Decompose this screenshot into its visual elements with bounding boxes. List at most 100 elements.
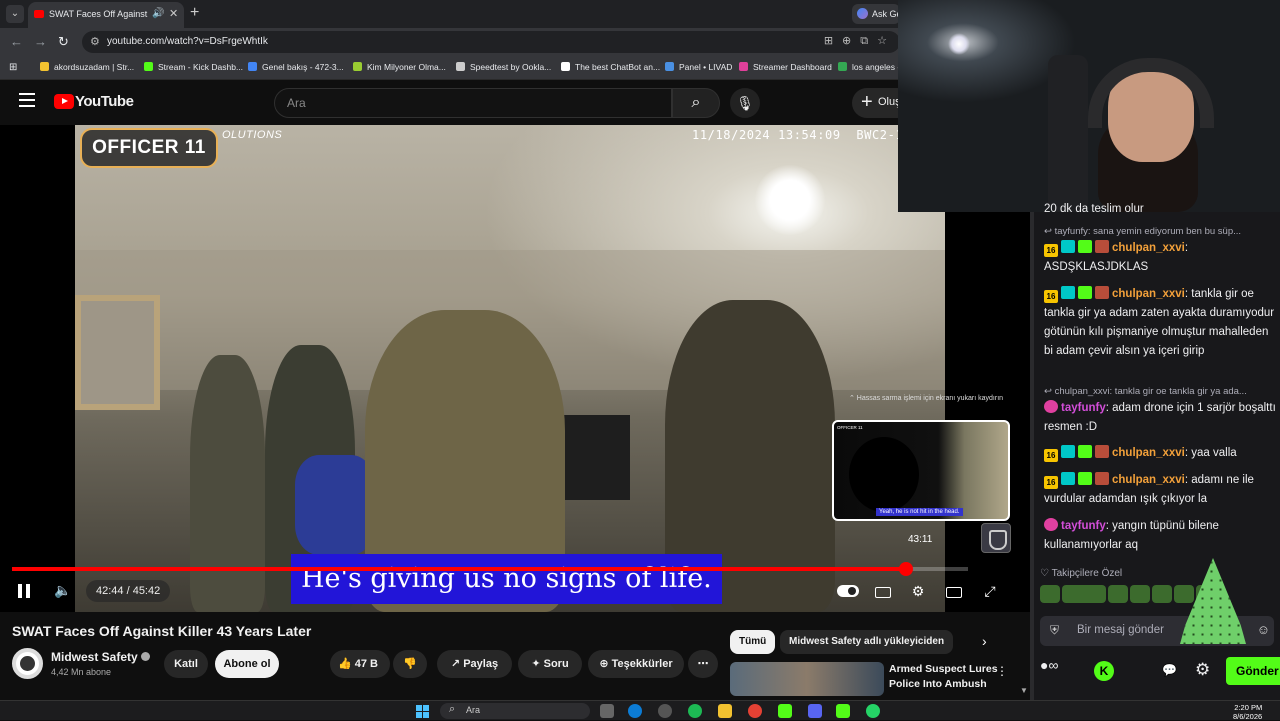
subscribe-button[interactable]: Abone ol: [215, 650, 279, 678]
kick-app-icon[interactable]: [778, 704, 792, 718]
taskbar-clock[interactable]: 2:20 PM 8/6/2026: [1233, 703, 1262, 721]
task-view-icon[interactable]: [600, 704, 614, 718]
whatsapp-icon[interactable]: [866, 704, 880, 718]
more-actions-icon[interactable]: ⋯: [688, 650, 718, 678]
edge-icon[interactable]: [628, 704, 642, 718]
chat-username[interactable]: tayfunfy: [1061, 402, 1106, 414]
chip-from-uploader[interactable]: Midwest Safety adlı yükleyiciden: [780, 630, 954, 654]
gift-badge-icon: [1078, 472, 1092, 485]
bookmark-icon: [561, 62, 570, 71]
address-bar-actions[interactable]: ⊞⊕⧉☆: [824, 34, 896, 48]
new-tab-button[interactable]: +: [190, 4, 199, 22]
recommended-video-title[interactable]: Armed Suspect Lures Police Into Ambush: [889, 662, 999, 692]
bookmark-6[interactable]: Panel • LIVAD: [665, 62, 732, 72]
bookmark-1[interactable]: Stream - Kick Dashb...: [144, 62, 243, 72]
discord-icon[interactable]: [808, 704, 822, 718]
preview-officer-label: OFFICER 11: [837, 425, 863, 430]
recommended-more-icon[interactable]: ⋮: [996, 664, 1008, 678]
background-light: [948, 33, 970, 55]
search-icon[interactable]: ⌕: [672, 88, 720, 118]
volume-icon[interactable]: 🔈: [54, 582, 71, 599]
video-player[interactable]: OFFICER 11 OLUTIONS 11/18/2024 13:54:09 …: [0, 125, 1030, 612]
chat-scrollbar[interactable]: [1030, 212, 1034, 700]
address-bar[interactable]: ⚙ youtube.com/watch?v=DsFrgeWhtIk ⊞⊕⧉☆: [82, 31, 900, 53]
audio-playing-icon[interactable]: 🔊: [152, 8, 164, 19]
bookmark-label: Genel bakış - 472-3...: [262, 62, 344, 72]
app-icon[interactable]: [658, 704, 672, 718]
avatar-badge-icon: [1095, 472, 1109, 485]
chrome-icon[interactable]: [748, 704, 762, 718]
tab-search-chevron-icon[interactable]: ⌄: [6, 5, 24, 23]
microphone-icon[interactable]: 🎙: [730, 88, 760, 118]
windows-start-icon[interactable]: [416, 705, 430, 718]
autoplay-toggle[interactable]: [837, 585, 859, 597]
tier-badge-icon: [1061, 472, 1075, 485]
spotify-icon[interactable]: [688, 704, 702, 718]
kick-app-icon-2[interactable]: [836, 704, 850, 718]
ask-button[interactable]: ✦ Soru: [518, 650, 582, 678]
chat-username[interactable]: chulpan_xxvi: [1112, 447, 1185, 459]
emoji-icon[interactable]: ☺: [1257, 622, 1270, 637]
scroll-down-arrow-icon[interactable]: ▼: [1020, 686, 1028, 695]
tier-badge-icon: [1061, 240, 1075, 253]
bookmark-5[interactable]: The best ChatBot an...: [561, 62, 660, 72]
site-info-icon[interactable]: ⚙: [90, 35, 100, 48]
miniplayer-icon[interactable]: [942, 580, 966, 602]
progress-bar[interactable]: [12, 562, 968, 576]
channel-watermark-icon[interactable]: [981, 523, 1011, 553]
chat-username[interactable]: chulpan_xxvi: [1112, 474, 1185, 486]
hamburger-menu-icon[interactable]: [19, 93, 35, 107]
chat-settings-icon[interactable]: ⚙: [1195, 660, 1210, 680]
chat-message: 16 chulpan_xxvi: ASDŞKLASJDKLAS: [1044, 240, 1189, 273]
reload-icon[interactable]: ↻: [58, 34, 69, 50]
forward-icon[interactable]: →: [34, 34, 47, 49]
send-button[interactable]: Gönder: [1226, 657, 1280, 685]
chat-message: 16 chulpan_xxvi: tankla gir oe tankla gir…: [1044, 286, 1275, 357]
search-input[interactable]: Ara: [274, 88, 672, 118]
microphone: [1048, 55, 1088, 212]
dislike-button[interactable]: 👎: [393, 650, 427, 678]
bookmark-icon: [248, 62, 257, 71]
recommended-video-thumbnail[interactable]: [730, 662, 884, 696]
taskbar-search[interactable]: Ara: [440, 703, 590, 719]
bookmark-0[interactable]: akordsuzadam | Str...: [40, 62, 134, 72]
bookmark-4[interactable]: Speedtest by Ookla...: [456, 62, 551, 72]
bookmark-3[interactable]: Kim Milyoner Olma...: [353, 62, 446, 72]
dislike-icon: 👎: [403, 658, 417, 670]
file-explorer-icon[interactable]: [718, 704, 732, 718]
browser-tab-active[interactable]: SWAT Faces Off Against Kille 🔊 ✕: [28, 2, 184, 28]
bookmark-8[interactable]: los angeles -: [838, 62, 900, 72]
apps-grid-icon[interactable]: ⊞: [9, 62, 17, 73]
tab-close-icon[interactable]: ✕: [169, 7, 178, 20]
thanks-button[interactable]: ⊕ Teşekkürler: [588, 650, 684, 678]
join-button[interactable]: Katıl: [164, 650, 208, 678]
back-icon[interactable]: ←: [10, 34, 23, 49]
chat-fragment: 20 dk da teslim olur: [1044, 203, 1144, 215]
channel-avatar[interactable]: [12, 648, 43, 679]
officer-overlay-badge: OFFICER 11: [80, 128, 218, 168]
chat-points-icon[interactable]: ●∞: [1040, 657, 1058, 673]
fullscreen-icon[interactable]: ⤢: [978, 580, 1002, 602]
subtitles-icon[interactable]: [871, 580, 895, 602]
chip-all[interactable]: Tümü: [730, 630, 776, 654]
gift-badge-icon: [1078, 240, 1092, 253]
chat-bubble-icon[interactable]: 💬: [1162, 663, 1177, 677]
chat-username[interactable]: chulpan_xxvi: [1112, 288, 1185, 300]
bookmark-2[interactable]: Genel bakış - 472-3...: [248, 62, 344, 72]
settings-gear-icon[interactable]: ⚙: [906, 580, 930, 602]
channel-name[interactable]: Midwest Safety: [51, 650, 150, 664]
kick-logo-icon[interactable]: K: [1094, 661, 1114, 681]
share-button[interactable]: ↗ Paylaş: [437, 650, 512, 678]
chevron-right-icon[interactable]: ›: [982, 633, 987, 649]
officer-figure: [190, 355, 265, 612]
chat-username[interactable]: tayfunfy: [1061, 520, 1106, 532]
bookmark-7[interactable]: Streamer Dashboard: [739, 62, 832, 72]
progress-scrubber-handle[interactable]: [898, 562, 913, 576]
reply-text: chulpan_xxvi: tankla gir oe tankla gir y…: [1054, 386, 1247, 397]
pause-icon[interactable]: [17, 584, 31, 598]
youtube-logo[interactable]: YouTube: [54, 93, 134, 111]
like-button[interactable]: 👍 47 B: [330, 650, 390, 678]
chat-username[interactable]: chulpan_xxvi: [1112, 242, 1185, 254]
browser-tab-ask[interactable]: Ask Ge: [852, 4, 900, 24]
chat-message: 16 chulpan_xxvi: adamı ne ile vurdular ad…: [1044, 472, 1254, 505]
